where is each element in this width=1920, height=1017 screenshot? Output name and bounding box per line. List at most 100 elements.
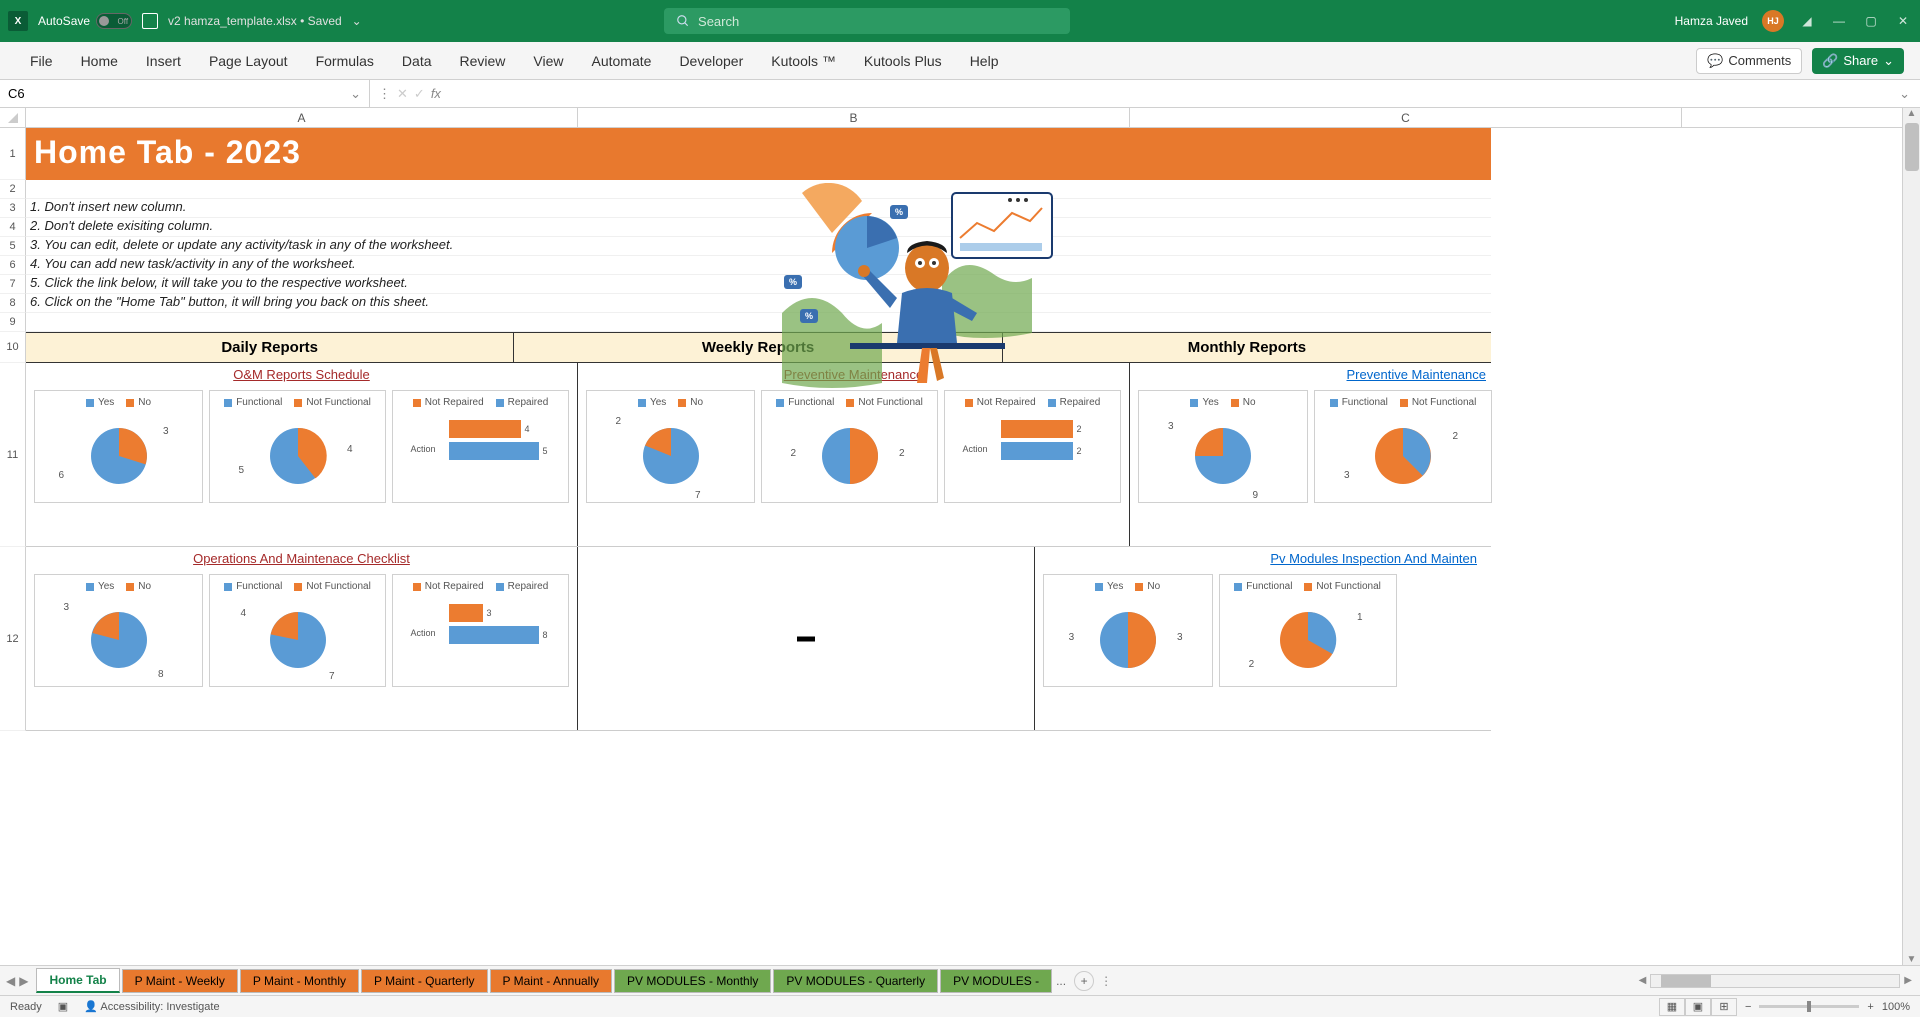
fx-icon[interactable]: fx [431, 86, 441, 101]
view-pagebreak-icon[interactable]: ⊞ [1711, 998, 1737, 1016]
fb-check-icon[interactable]: ✓ [414, 86, 425, 102]
instruction-row[interactable] [26, 313, 1491, 332]
close-icon[interactable]: ✕ [1894, 12, 1912, 30]
sheet-tabs-bar: ◀ ▶ Home Tab P Maint - Weekly P Maint - … [0, 965, 1920, 995]
row-header-7[interactable]: 7 [0, 275, 26, 294]
row-header-5[interactable]: 5 [0, 237, 26, 256]
hscroll-right-icon[interactable]: ▶ [1904, 975, 1912, 986]
instruction-row[interactable]: 1. Don't insert new column. [26, 199, 1491, 218]
instruction-row[interactable]: 3. You can edit, delete or update any ac… [26, 237, 1491, 256]
ribbon-tab-kutools[interactable]: Kutools ™ [757, 42, 850, 80]
cell-daily-r11[interactable]: O&M Reports Schedule YesNo 63 Functional… [26, 363, 578, 546]
fb-cancel-icon[interactable]: ✕ [397, 86, 408, 102]
minimize-icon[interactable]: — [1830, 12, 1848, 30]
tabs-more[interactable]: ... [1056, 974, 1066, 988]
analytics-illustration: % % % [782, 183, 1072, 393]
vertical-scrollbar[interactable]: ▲ ▼ [1902, 108, 1920, 965]
row-header-3[interactable]: 3 [0, 199, 26, 218]
fb-dropdown-icon[interactable]: ⋮ [378, 86, 391, 102]
macro-icon[interactable]: ▣ [58, 1000, 68, 1013]
ribbon-tab-developer[interactable]: Developer [665, 42, 757, 80]
scroll-up-icon[interactable]: ▲ [1907, 108, 1917, 119]
ribbon-tab-automate[interactable]: Automate [578, 42, 666, 80]
tabs-menu-icon[interactable]: ⋮ [1100, 974, 1112, 988]
save-icon[interactable] [142, 13, 158, 29]
sheet-tab-home[interactable]: Home Tab [36, 968, 119, 993]
name-box[interactable]: C6⌄ [0, 80, 370, 107]
ribbon-tab-kutoolsplus[interactable]: Kutools Plus [850, 42, 956, 80]
zoom-out-icon[interactable]: − [1745, 1001, 1751, 1013]
ribbon-tab-help[interactable]: Help [956, 42, 1013, 80]
link-om-reports[interactable]: O&M Reports Schedule [32, 367, 571, 382]
filename-dropdown-icon[interactable]: ⌄ [352, 14, 362, 28]
search-input[interactable]: Search [664, 8, 1070, 34]
instruction-row[interactable]: 4. You can add new task/activity in any … [26, 256, 1491, 275]
row-header-10[interactable]: 10 [0, 332, 26, 363]
username[interactable]: Hamza Javed [1675, 14, 1748, 28]
select-all-corner[interactable] [0, 108, 26, 128]
filename[interactable]: v2 hamza_template.xlsx • Saved [168, 14, 342, 28]
col-header-c[interactable]: C [1130, 108, 1682, 128]
ribbon-tab-file[interactable]: File [16, 42, 67, 80]
link-pv-modules[interactable]: Pv Modules Inspection And Mainten [1041, 551, 1485, 566]
ribbon-tab-pagelayout[interactable]: Page Layout [195, 42, 302, 80]
col-header-b[interactable]: B [578, 108, 1130, 128]
ribbon-tab-data[interactable]: Data [388, 42, 446, 80]
zoom-level[interactable]: 100% [1882, 1001, 1910, 1013]
scroll-down-icon[interactable]: ▼ [1907, 954, 1917, 965]
row-header-2[interactable]: 2 [0, 180, 26, 199]
tab-next-icon[interactable]: ▶ [19, 974, 28, 988]
sheet-tab[interactable]: P Maint - Quarterly [361, 969, 487, 993]
instruction-row[interactable] [26, 180, 1491, 199]
formula-expand-icon[interactable]: ⌄ [1889, 86, 1920, 102]
row-header-9[interactable]: 9 [0, 313, 26, 332]
cell-weekly-r12[interactable] [578, 547, 1035, 730]
add-sheet-button[interactable]: + [1074, 971, 1094, 991]
autosave-toggle[interactable]: AutoSave Off [38, 13, 132, 29]
ribbon-mode-icon[interactable]: ◢ [1798, 12, 1816, 30]
zoom-in-icon[interactable]: + [1867, 1001, 1873, 1013]
svg-text:%: % [895, 207, 903, 217]
instruction-row[interactable]: 5. Click the link below, it will take yo… [26, 275, 1491, 294]
row-header-12[interactable]: 12 [0, 547, 26, 731]
row-header-4[interactable]: 4 [0, 218, 26, 237]
comments-button[interactable]: 💬 Comments [1696, 48, 1802, 74]
chart-pie-yesno: YesNo 39 [1138, 390, 1308, 503]
row-header-6[interactable]: 6 [0, 256, 26, 275]
view-normal-icon[interactable]: ▦ [1659, 998, 1685, 1016]
sheet-tab[interactable]: P Maint - Annually [490, 969, 613, 993]
sheet-tab[interactable]: PV MODULES - [940, 969, 1052, 993]
col-header-a[interactable]: A [26, 108, 578, 128]
row-header-11[interactable]: 11 [0, 363, 26, 547]
scroll-thumb[interactable] [1905, 123, 1919, 171]
ribbon-tab-view[interactable]: View [519, 42, 577, 80]
page-title: Home Tab - 2023 [26, 128, 1491, 180]
ribbon-tab-insert[interactable]: Insert [132, 42, 195, 80]
instruction-row[interactable]: 2. Don't delete exisiting column. [26, 218, 1491, 237]
row-header-1[interactable]: 1 [0, 128, 26, 180]
row-header-8[interactable]: 8 [0, 294, 26, 313]
cell-monthly-r12[interactable]: Pv Modules Inspection And Mainten YesNo … [1035, 547, 1491, 730]
view-layout-icon[interactable]: ▣ [1685, 998, 1711, 1016]
sheet-tab[interactable]: P Maint - Weekly [122, 969, 238, 993]
cell-daily-r12[interactable]: Operations And Maintenace Checklist YesN… [26, 547, 578, 730]
hscroll-left-icon[interactable]: ◀ [1639, 975, 1647, 986]
maximize-icon[interactable]: ▢ [1862, 12, 1880, 30]
instruction-row[interactable]: 6. Click on the "Home Tab" button, it wi… [26, 294, 1491, 313]
link-preventive-monthly[interactable]: Preventive Maintenance [1136, 367, 1494, 382]
ribbon-tab-formulas[interactable]: Formulas [302, 42, 388, 80]
link-ops-checklist[interactable]: Operations And Maintenace Checklist [32, 551, 571, 566]
ribbon-tab-review[interactable]: Review [446, 42, 520, 80]
sheet-tab[interactable]: P Maint - Monthly [240, 969, 359, 993]
section-header-monthly: Monthly Reports [1003, 333, 1491, 362]
cell-monthly-r11[interactable]: Preventive Maintenance YesNo 39 Function… [1130, 363, 1500, 546]
accessibility-status[interactable]: 👤 Accessibility: Investigate [84, 1000, 219, 1013]
ribbon-tab-home[interactable]: Home [67, 42, 132, 80]
zoom-slider[interactable] [1759, 1005, 1859, 1008]
sheet-tab[interactable]: PV MODULES - Monthly [614, 969, 771, 993]
sheet-tab[interactable]: PV MODULES - Quarterly [773, 969, 938, 993]
tab-prev-icon[interactable]: ◀ [6, 974, 15, 988]
share-button[interactable]: 🔗 Share ⌄ [1812, 48, 1904, 74]
user-avatar[interactable]: HJ [1762, 10, 1784, 32]
horizontal-scrollbar[interactable] [1650, 974, 1900, 988]
